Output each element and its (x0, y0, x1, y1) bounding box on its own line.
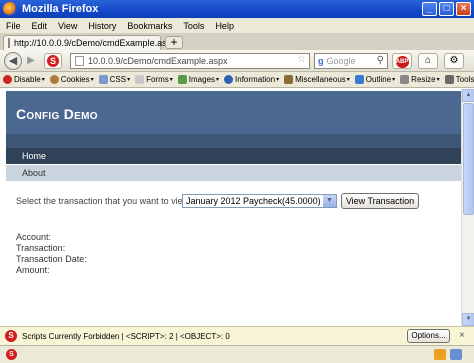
adblock-icon: ABP (395, 56, 409, 68)
view-transaction-button[interactable]: View Transaction (341, 193, 419, 209)
new-tab-button[interactable]: + (165, 36, 183, 49)
search-icon[interactable]: ⚲ (377, 55, 384, 66)
css-icon (98, 75, 108, 84)
menu-history[interactable]: History (88, 21, 116, 31)
misc-icon (284, 75, 294, 84)
close-button[interactable]: × (456, 2, 471, 16)
webdev-tools[interactable]: Tools▾ (444, 75, 474, 84)
info-icon (224, 75, 234, 84)
tab-current[interactable]: http://10.0.0.9/cDemo/cmdExample.aspx (3, 35, 176, 50)
google-icon[interactable]: g (318, 56, 324, 66)
webdev-outline[interactable]: Outline ▾ (354, 75, 395, 84)
page-icon (8, 38, 10, 48)
webdev-images[interactable]: Images ▾ (177, 75, 219, 84)
transaction-prompt: Select the transaction that you want to … (16, 196, 192, 206)
outline-icon (354, 75, 364, 84)
transaction-selected-value: January 2012 Paycheck(45.0000) (186, 196, 321, 206)
address-text: 10.0.0.9/cDemo/cmdExample.aspx (88, 56, 228, 66)
transaction-date-label: Transaction Date: (16, 254, 87, 264)
noscript-icon: S (47, 55, 59, 67)
status-bar: S (0, 345, 474, 363)
webdev-information[interactable]: Information ▾ (224, 75, 279, 84)
addon-icon: ⚙ (449, 55, 459, 66)
vertical-scrollbar[interactable]: ▲ ▼ (461, 89, 474, 326)
nav-about-link[interactable]: About (6, 165, 461, 181)
adblock-button[interactable]: ABP (392, 53, 412, 69)
menu-help[interactable]: Help (215, 21, 234, 31)
search-placeholder: Google (326, 56, 356, 66)
firefox-logo-icon (3, 2, 17, 16)
noscript-message: Scripts Currently Forbidden | <SCRIPT>: … (22, 331, 230, 341)
menu-bar: File Edit View History Bookmarks Tools H… (0, 18, 474, 33)
addon-button[interactable]: ⚙ (444, 53, 464, 69)
images-icon (177, 75, 187, 84)
webdev-cookies[interactable]: Cookies ▾ (49, 75, 94, 84)
noscript-toolbar-button[interactable]: S (44, 53, 62, 69)
menu-edit[interactable]: Edit (32, 21, 48, 31)
navigation-toolbar: ◀ ▶ S 10.0.0.9/cDemo/cmdExample.aspx ☆ g… (0, 50, 474, 72)
webdev-miscellaneous[interactable]: Miscellaneous ▾ (284, 75, 350, 84)
noscript-notification-bar: S Scripts Currently Forbidden | <SCRIPT>… (0, 326, 474, 345)
scroll-thumb[interactable] (463, 103, 474, 215)
forward-button[interactable]: ▶ (24, 54, 38, 68)
noscript-icon: S (5, 330, 17, 342)
chevron-down-icon[interactable]: ▼ (323, 195, 336, 207)
amount-label: Amount: (16, 265, 50, 275)
addon-status-icon[interactable] (450, 349, 462, 360)
window-controls: _ □ × (422, 2, 471, 16)
back-button[interactable]: ◀ (4, 52, 22, 70)
cookie-icon (49, 75, 59, 84)
webdev-disable[interactable]: Disable ▾ (3, 75, 45, 84)
transaction-select[interactable]: January 2012 Paycheck(45.0000) ▼ (182, 194, 337, 208)
maximize-button[interactable]: □ (439, 2, 454, 16)
home-icon: ⌂ (424, 55, 432, 66)
menu-view[interactable]: View (58, 21, 77, 31)
site-title: Config Demo (16, 106, 98, 122)
tab-strip: http://10.0.0.9/cDemo/cmdExample.aspx + (0, 33, 474, 50)
resize-icon (400, 75, 410, 84)
site-banner: Config Demo (6, 91, 461, 134)
bookmark-star-icon[interactable]: ☆ (297, 54, 306, 65)
menu-file[interactable]: File (6, 21, 21, 31)
scroll-down-button[interactable]: ▼ (462, 313, 474, 326)
search-input[interactable]: g Google ⚲ (314, 53, 388, 69)
firebug-icon[interactable] (434, 349, 446, 360)
disable-icon (3, 75, 12, 84)
site-icon (75, 56, 84, 66)
web-developer-toolbar: Disable ▾ Cookies ▾ CSS ▾ Forms ▾ Images ▾ In… (0, 72, 474, 88)
tools-icon (444, 75, 454, 84)
menu-tools[interactable]: Tools (183, 21, 204, 31)
tab-label: http://10.0.0.9/cDemo/cmdExample.aspx (14, 38, 177, 48)
nav-background (6, 134, 461, 148)
webdev-css[interactable]: CSS ▾ (98, 75, 130, 84)
transaction-details: Account: Transaction: Transaction Date: … (16, 232, 87, 276)
forms-icon (135, 75, 145, 84)
account-label: Account: (16, 232, 52, 242)
title-bar: Mozilla Firefox _ □ × (0, 0, 474, 18)
minimize-button[interactable]: _ (422, 2, 437, 16)
window-title: Mozilla Firefox (22, 3, 99, 15)
noscript-status-icon[interactable]: S (6, 349, 17, 360)
noscript-options-button[interactable]: Options... (407, 329, 450, 343)
page-content: Config Demo Home About Select the transa… (0, 89, 461, 326)
home-button[interactable]: ⌂ (418, 53, 438, 69)
menu-bookmarks[interactable]: Bookmarks (127, 21, 172, 31)
webdev-forms[interactable]: Forms ▾ (135, 75, 173, 84)
transaction-label: Transaction: (16, 243, 66, 253)
nav-home-link[interactable]: Home (6, 148, 461, 164)
webdev-resize[interactable]: Resize ▾ (400, 75, 440, 84)
scroll-up-button[interactable]: ▲ (462, 89, 474, 102)
address-bar[interactable]: 10.0.0.9/cDemo/cmdExample.aspx ☆ (70, 53, 310, 69)
close-icon[interactable]: × (459, 330, 465, 341)
